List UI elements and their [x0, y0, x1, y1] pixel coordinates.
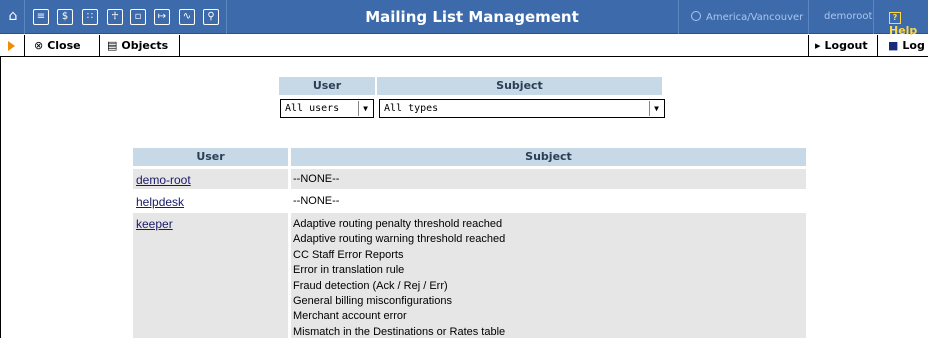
logout-icon: ▸ — [815, 39, 821, 52]
column-header-subject: Subject — [291, 148, 806, 166]
user-filter-value: All users — [285, 103, 340, 114]
close-label: Close — [47, 39, 81, 52]
action-toolbar: ⊗ Close ▤ Objects ▸ Logout ■ Log — [0, 35, 928, 57]
clock-icon — [691, 11, 701, 21]
subject-item: Merchant account error — [293, 310, 407, 323]
subject-item: Error in translation rule — [293, 264, 405, 277]
current-user: demoroot — [824, 11, 873, 22]
divider — [873, 0, 874, 34]
export-icon[interactable]: ↦ — [154, 9, 170, 25]
objects-label: Objects — [121, 39, 169, 52]
user-link[interactable]: demo-root — [136, 173, 191, 187]
subject-cell: Adaptive routing penalty threshold reach… — [291, 213, 806, 338]
menu-arrow-icon[interactable] — [8, 41, 15, 51]
table-row: keeper Adaptive routing penalty threshol… — [133, 213, 806, 338]
user-cell: helpdesk — [133, 191, 288, 211]
timezone-display[interactable]: America/Vancouver — [691, 11, 803, 23]
subject-item: Mismatch in the Destinations or Rates ta… — [293, 325, 506, 338]
nodes-icon[interactable]: ∷ — [82, 9, 98, 25]
filter-user-header: User — [279, 77, 375, 95]
help-icon: ? — [889, 12, 901, 24]
subject-cell: --NONE-- — [291, 169, 806, 189]
divider — [99, 35, 100, 57]
subject-item: CC Staff Error Reports — [293, 248, 404, 261]
divider — [24, 0, 25, 34]
help-link[interactable]: ?Help — [889, 10, 928, 37]
home-icon[interactable]: ⌂ — [5, 8, 21, 24]
user-link[interactable]: keeper — [136, 217, 173, 231]
log-button[interactable]: ■ Log — [888, 39, 925, 52]
dollar-icon[interactable]: $ — [57, 9, 73, 25]
subject-filter-select[interactable]: All types ▼ — [379, 99, 665, 118]
divider — [808, 0, 809, 34]
objects-button[interactable]: ▤ Objects — [107, 39, 168, 52]
objects-icon: ▤ — [107, 39, 118, 52]
divider — [877, 35, 878, 57]
chart-icon[interactable]: ∿ — [179, 9, 195, 25]
top-header-bar: ⌂ ≡ $ ∷ ☥ ▫ ↦ ∿ ⚲ Mailing List Managemen… — [0, 0, 928, 37]
table-row: helpdesk --NONE-- — [133, 191, 806, 211]
close-icon: ⊗ — [34, 39, 44, 52]
user-link[interactable]: helpdesk — [136, 195, 184, 209]
search-icon[interactable]: ⚲ — [203, 9, 219, 25]
column-header-user: User — [133, 148, 288, 166]
user-filter-select[interactable]: All users ▼ — [280, 99, 374, 118]
window-icon[interactable]: ▫ — [130, 9, 146, 25]
subject-item: Fraud detection (Ack / Rej / Err) — [293, 279, 448, 292]
timezone-label: America/Vancouver — [706, 12, 804, 23]
subject-item: Adaptive routing penalty threshold reach… — [293, 218, 503, 230]
user-cell: demo-root — [133, 169, 288, 189]
divider — [226, 0, 227, 34]
user-cell: keeper — [133, 213, 288, 338]
page-title: Mailing List Management — [365, 8, 579, 26]
log-icon: ■ — [888, 39, 899, 52]
chevron-down-icon[interactable]: ▼ — [358, 101, 372, 116]
filter-subject-header: Subject — [377, 77, 662, 95]
divider — [808, 35, 809, 57]
subject-item: Adaptive routing warning threshold reach… — [293, 233, 506, 246]
subject-cell: --NONE-- — [291, 191, 806, 211]
divider — [179, 35, 180, 57]
logout-button[interactable]: ▸ Logout — [815, 39, 868, 52]
frame-border — [0, 57, 1, 338]
divider — [678, 0, 679, 34]
subject-item: General billing misconfigurations — [293, 294, 452, 307]
logout-label: Logout — [824, 39, 868, 52]
list-icon[interactable]: ≡ — [33, 9, 49, 25]
person-icon[interactable]: ☥ — [107, 9, 123, 25]
table-row: demo-root --NONE-- — [133, 169, 806, 189]
subject-filter-value: All types — [384, 103, 439, 114]
chevron-down-icon[interactable]: ▼ — [649, 101, 663, 116]
close-button[interactable]: ⊗ Close — [34, 39, 81, 52]
divider — [24, 35, 25, 57]
log-label: Log — [902, 39, 925, 52]
